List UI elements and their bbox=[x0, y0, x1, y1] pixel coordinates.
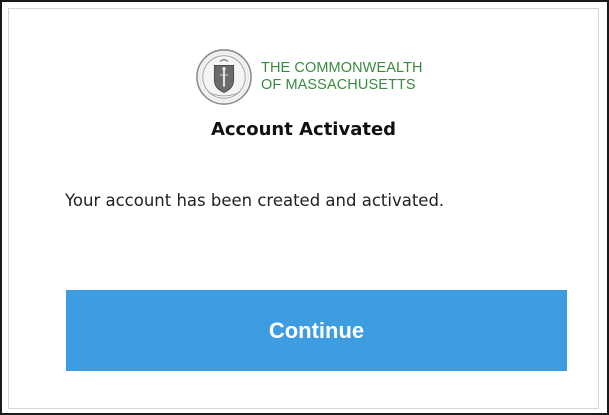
window-frame: THE COMMONWEALTH OF MASSACHUSETTS Accoun… bbox=[0, 0, 609, 415]
activation-card: THE COMMONWEALTH OF MASSACHUSETTS Accoun… bbox=[8, 8, 599, 409]
brand-name: THE COMMONWEALTH OF MASSACHUSETTS bbox=[261, 60, 423, 94]
brand-line-1: THE COMMONWEALTH bbox=[261, 60, 423, 76]
brand-line-2: OF MASSACHUSETTS bbox=[261, 77, 416, 93]
brand-header: THE COMMONWEALTH OF MASSACHUSETTS bbox=[195, 45, 423, 109]
page-title: Account Activated bbox=[210, 119, 397, 140]
continue-button[interactable]: Continue bbox=[66, 290, 567, 371]
state-seal-icon bbox=[196, 49, 252, 105]
status-message: Your account has been created and activa… bbox=[65, 191, 445, 210]
